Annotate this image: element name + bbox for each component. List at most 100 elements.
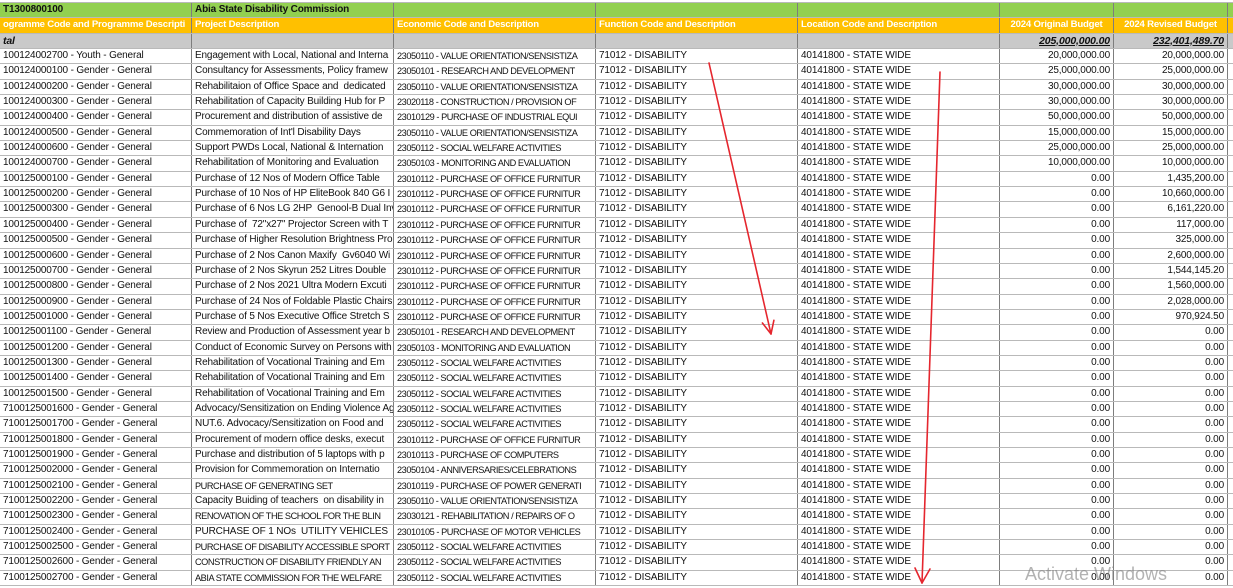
original-budget-cell[interactable]: 0.00 (1000, 325, 1114, 340)
location-code-cell[interactable]: 40141800 - STATE WIDE (798, 309, 1000, 325)
programme-code-cell[interactable]: 7100125001600 - Gender - General (0, 401, 192, 417)
project-description-cell[interactable]: ABIA STATE COMMISSION FOR THE WELFARE (192, 570, 394, 586)
empty-cell[interactable] (1228, 3, 1233, 17)
empty-cell[interactable] (1228, 233, 1233, 247)
economic-code-cell[interactable]: 23030121 - REHABILITATION / REPAIRS OF O (394, 509, 596, 524)
revised-budget-cell[interactable]: 20,000,000.00 (1114, 49, 1228, 64)
programme-code-cell[interactable]: 7100125002700 - Gender - General (0, 570, 192, 586)
programme-code-cell[interactable]: 100125001100 - Gender - General (0, 325, 192, 340)
project-description-cell[interactable]: Consultancy for Assessments, Policy fram… (192, 64, 394, 79)
empty-cell[interactable] (1228, 187, 1233, 201)
empty-cell[interactable] (1228, 509, 1233, 523)
location-code-cell[interactable]: 40141800 - STATE WIDE (798, 417, 1000, 432)
location-code-cell[interactable]: 40141800 - STATE WIDE (798, 509, 1000, 524)
revised-budget-cell[interactable]: 15,000,000.00 (1114, 125, 1228, 141)
project-description-cell[interactable]: RENOVATION OF THE SCHOOL FOR THE BLIN (192, 509, 394, 524)
project-description-cell[interactable]: Purchase of 2 Nos Canon Maxify Gv6040 Wi (192, 248, 394, 263)
empty-cell[interactable] (1228, 371, 1233, 385)
location-code-cell[interactable]: 40141800 - STATE WIDE (798, 294, 1000, 309)
function-code-cell[interactable]: 71012 - DISABILITY (596, 64, 798, 79)
programme-code-cell[interactable]: 100125000300 - Gender - General (0, 202, 192, 217)
empty-cell[interactable] (1228, 463, 1233, 477)
project-description-cell[interactable]: CONSTRUCTION OF DISABILITY FRIENDLY AN (192, 555, 394, 570)
project-description-cell[interactable]: Commemoration of Int'l Disability Days (192, 125, 394, 141)
location-code-cell[interactable]: 40141800 - STATE WIDE (798, 217, 1000, 233)
location-code-cell[interactable]: 40141800 - STATE WIDE (798, 570, 1000, 586)
empty-cell[interactable] (1228, 448, 1233, 462)
empty-cell[interactable] (1228, 325, 1233, 339)
empty-cell[interactable] (1228, 341, 1233, 355)
revised-budget-cell[interactable]: 2,028,000.00 (1114, 294, 1228, 309)
location-code-cell[interactable]: 40141800 - STATE WIDE (798, 447, 1000, 463)
total-revised-budget[interactable]: 232,401,489.70 (1114, 33, 1228, 49)
programme-code-cell[interactable]: 100124002700 - Youth - General (0, 49, 192, 64)
revised-budget-cell[interactable]: 0.00 (1114, 401, 1228, 417)
revised-budget-cell[interactable]: 0.00 (1114, 570, 1228, 586)
location-code-cell[interactable]: 40141800 - STATE WIDE (798, 49, 1000, 64)
economic-code-cell[interactable]: 23050110 - VALUE ORIENTATION/SENSISTIZA (394, 494, 596, 509)
revised-budget-cell[interactable]: 0.00 (1114, 494, 1228, 509)
economic-code-cell[interactable]: 23050103 - MONITORING AND EVALUATION (394, 340, 596, 355)
total-label-cell[interactable]: tal (0, 33, 192, 49)
agency-name-cell[interactable]: Abia State Disability Commission (192, 3, 394, 18)
programme-code-cell[interactable]: 7100125002600 - Gender - General (0, 555, 192, 570)
location-code-cell[interactable]: 40141800 - STATE WIDE (798, 524, 1000, 540)
empty-cell[interactable] (1228, 540, 1233, 554)
empty-cell[interactable] (1228, 264, 1233, 278)
programme-code-cell[interactable]: 100124000600 - Gender - General (0, 141, 192, 156)
location-code-cell[interactable]: 40141800 - STATE WIDE (798, 95, 1000, 110)
original-budget-cell[interactable]: 0.00 (1000, 294, 1114, 309)
project-description-cell[interactable]: Purchase of 5 Nos Executive Office Stret… (192, 309, 394, 325)
revised-budget-cell[interactable]: 10,660,000.00 (1114, 187, 1228, 202)
economic-code-cell[interactable]: 23010112 - PURCHASE OF OFFICE FURNITUR (394, 171, 596, 187)
programme-code-cell[interactable]: 100125001500 - Gender - General (0, 386, 192, 401)
economic-code-cell[interactable]: 23010112 - PURCHASE OF OFFICE FURNITUR (394, 202, 596, 217)
revised-budget-cell[interactable]: 0.00 (1114, 371, 1228, 386)
project-description-cell[interactable]: Rehabilitation of Vocational Training an… (192, 371, 394, 386)
programme-code-cell[interactable]: 100125001300 - Gender - General (0, 355, 192, 371)
original-budget-cell[interactable]: 0.00 (1000, 202, 1114, 217)
original-budget-cell[interactable]: 0.00 (1000, 494, 1114, 509)
economic-code-cell[interactable]: 23050110 - VALUE ORIENTATION/SENSISTIZA (394, 125, 596, 141)
project-description-cell[interactable]: Purchase of 24 Nos of Foldable Plastic C… (192, 294, 394, 309)
original-budget-cell[interactable]: 0.00 (1000, 432, 1114, 447)
empty-cell[interactable] (1228, 18, 1233, 32)
project-description-cell[interactable]: Advocacy/Sensitization on Ending Violenc… (192, 401, 394, 417)
function-code-cell[interactable]: 71012 - DISABILITY (596, 125, 798, 141)
project-description-cell[interactable]: Rehabilitation of Monitoring and Evaluat… (192, 156, 394, 171)
location-code-cell[interactable]: 40141800 - STATE WIDE (798, 463, 1000, 478)
revised-budget-cell[interactable]: 325,000.00 (1114, 233, 1228, 248)
original-budget-cell[interactable]: 0.00 (1000, 217, 1114, 233)
original-budget-cell[interactable]: 25,000,000.00 (1000, 141, 1114, 156)
original-budget-cell[interactable]: 15,000,000.00 (1000, 125, 1114, 141)
programme-code-cell[interactable]: 7100125002300 - Gender - General (0, 509, 192, 524)
project-description-cell[interactable]: Conduct of Economic Survey on Persons wi… (192, 340, 394, 355)
function-code-cell[interactable]: 71012 - DISABILITY (596, 248, 798, 263)
original-budget-cell[interactable]: 0.00 (1000, 355, 1114, 371)
revised-budget-cell[interactable]: 2,600,000.00 (1114, 248, 1228, 263)
function-code-cell[interactable]: 71012 - DISABILITY (596, 340, 798, 355)
programme-code-cell[interactable]: 100125000200 - Gender - General (0, 187, 192, 202)
empty-cell[interactable] (1228, 249, 1233, 263)
location-code-cell[interactable]: 40141800 - STATE WIDE (798, 432, 1000, 447)
revised-budget-cell[interactable]: 0.00 (1114, 386, 1228, 401)
project-description-cell[interactable]: Purchase of Higher Resolution Brightness… (192, 233, 394, 248)
original-budget-cell[interactable]: 0.00 (1000, 524, 1114, 540)
empty-cell[interactable] (192, 33, 394, 49)
function-code-cell[interactable]: 71012 - DISABILITY (596, 187, 798, 202)
original-budget-cell[interactable]: 0.00 (1000, 555, 1114, 570)
location-code-cell[interactable]: 40141800 - STATE WIDE (798, 355, 1000, 371)
original-budget-cell[interactable]: 0.00 (1000, 371, 1114, 386)
economic-code-cell[interactable]: 23010105 - PURCHASE OF MOTOR VEHICLES (394, 524, 596, 540)
location-code-cell[interactable]: 40141800 - STATE WIDE (798, 125, 1000, 141)
original-budget-cell[interactable]: 0.00 (1000, 509, 1114, 524)
agency-code-cell[interactable]: T1300800100 (0, 3, 192, 18)
empty-cell[interactable] (1228, 80, 1233, 94)
economic-code-cell[interactable]: 23050112 - SOCIAL WELFARE ACTIVITIES (394, 141, 596, 156)
original-budget-cell[interactable]: 0.00 (1000, 401, 1114, 417)
project-description-cell[interactable]: Purchase of 2 Nos 2021 Ultra Modern Excu… (192, 279, 394, 294)
function-code-cell[interactable]: 71012 - DISABILITY (596, 447, 798, 463)
empty-cell[interactable] (1228, 172, 1233, 186)
programme-code-cell[interactable]: 100125000100 - Gender - General (0, 171, 192, 187)
header-function-code[interactable]: Function Code and Description (596, 18, 798, 33)
